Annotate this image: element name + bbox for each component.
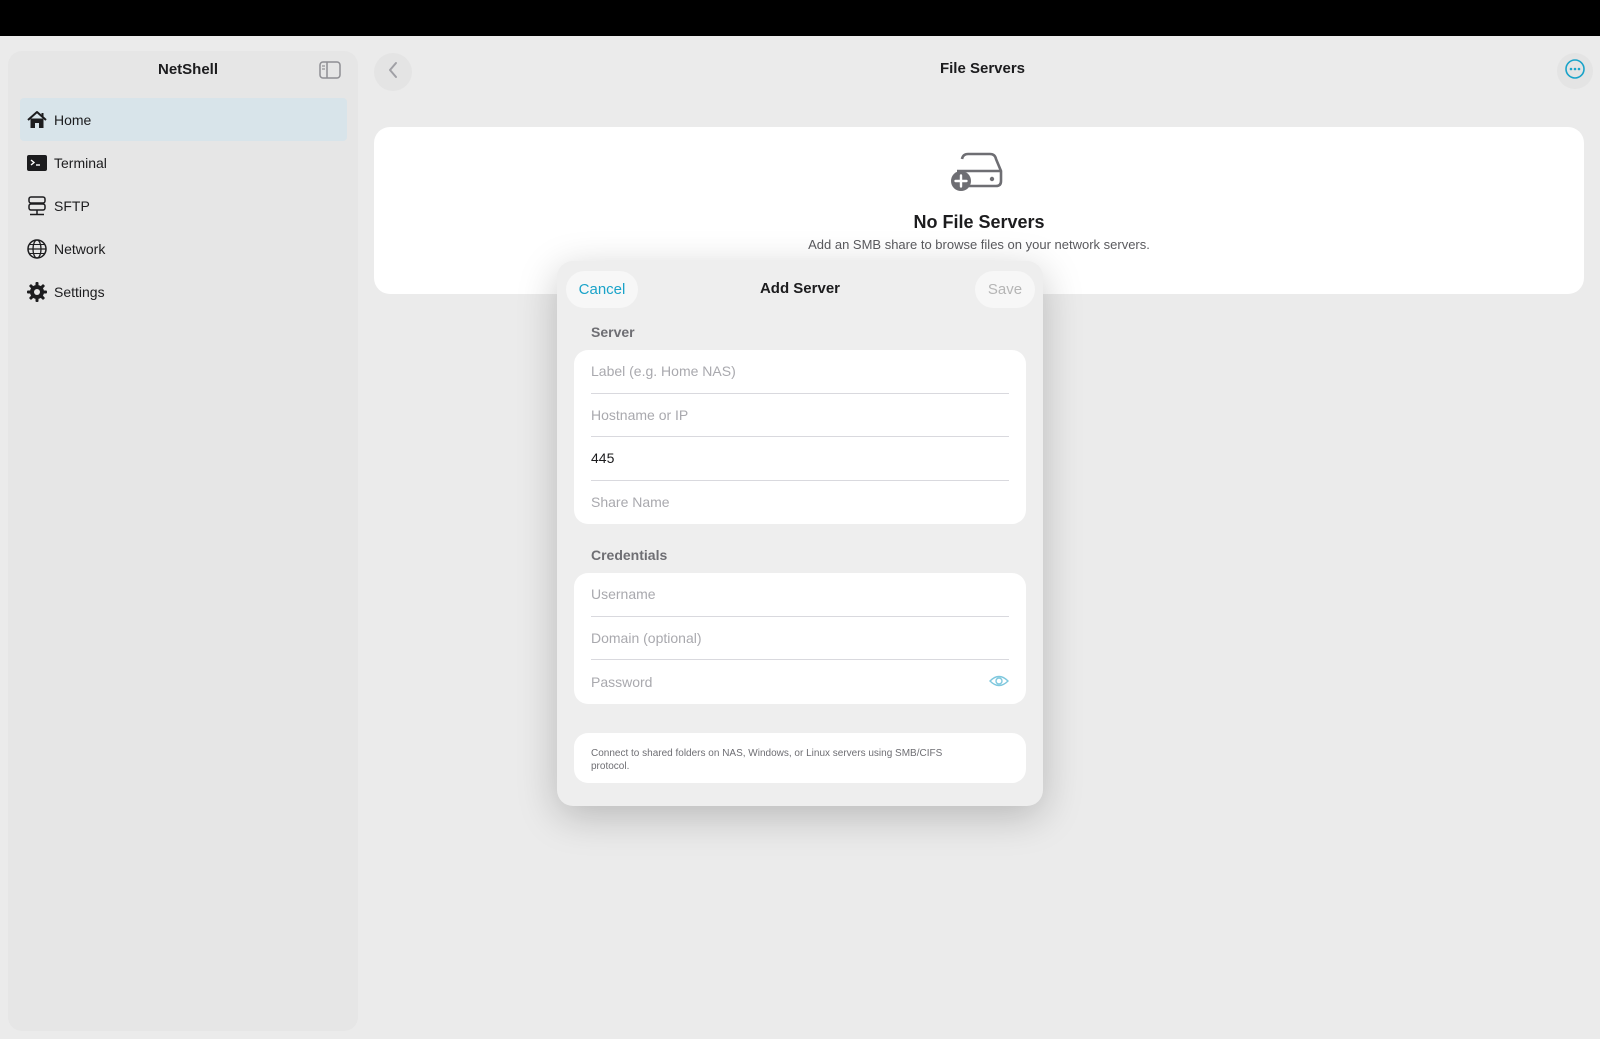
back-button[interactable]	[374, 53, 412, 91]
gear-icon	[26, 281, 48, 303]
port-field-row	[591, 437, 1009, 481]
server-stack-icon	[26, 195, 48, 217]
sidebar-item-label: Home	[54, 111, 92, 128]
more-button[interactable]	[1557, 53, 1593, 89]
dialog-title: Add Server	[759, 280, 841, 297]
hostname-field-row	[591, 394, 1009, 437]
terminal-icon	[26, 152, 48, 174]
credentials-fields-group	[574, 573, 1026, 704]
ellipsis-circle-icon	[1564, 58, 1586, 85]
server-section-label: Server	[591, 324, 635, 340]
domain-field-row	[591, 617, 1009, 660]
sidebar-item-label: Network	[54, 240, 106, 257]
info-footer: Connect to shared folders on NAS, Window…	[574, 733, 1026, 783]
sidebar-item-terminal[interactable]: Terminal	[20, 141, 347, 184]
house-icon	[26, 109, 48, 131]
sidebar-item-home[interactable]: Home	[20, 98, 347, 141]
sidebar-item-sftp[interactable]: SFTP	[20, 184, 347, 227]
sidebar-item-label: Terminal	[54, 154, 107, 171]
globe-icon	[26, 238, 48, 260]
domain-input[interactable]	[591, 629, 1009, 646]
sidebar-item-label: SFTP	[54, 197, 90, 214]
sidebar-item-network[interactable]: Network	[20, 227, 347, 270]
chevron-left-icon	[387, 61, 399, 84]
sidebar-toggle-icon[interactable]	[318, 60, 342, 80]
share-name-field-row	[591, 481, 1009, 525]
hostname-input[interactable]	[591, 406, 1009, 423]
status-bar	[0, 0, 1600, 36]
add-server-dialog: Cancel Add Server Save Server Credential…	[557, 261, 1043, 806]
drive-add-icon	[948, 151, 1004, 195]
empty-state-title: No File Servers	[913, 212, 1045, 232]
username-field-row	[591, 573, 1009, 617]
port-input[interactable]	[591, 450, 1009, 467]
app-title: NetShell	[157, 61, 218, 78]
server-fields-group	[574, 350, 1026, 524]
sidebar-item-label: Settings	[54, 283, 105, 300]
save-button[interactable]: Save	[975, 271, 1035, 308]
sidebar-nav: Home Terminal SFTP Network Settings	[20, 98, 347, 313]
sidebar-item-settings[interactable]: Settings	[20, 270, 347, 313]
label-input[interactable]	[591, 363, 1009, 380]
page-title: File Servers	[939, 60, 1026, 77]
password-input[interactable]	[591, 673, 1009, 690]
share-name-input[interactable]	[591, 494, 1009, 511]
sidebar: NetShell Home Terminal SFTP Network Sett…	[8, 51, 358, 1031]
eye-icon[interactable]	[989, 673, 1009, 689]
empty-state-subtitle: Add an SMB share to browse files on your…	[808, 237, 1150, 252]
username-input[interactable]	[591, 586, 1009, 603]
label-field-row	[591, 350, 1009, 394]
password-field-row	[591, 660, 1009, 704]
credentials-section-label: Credentials	[591, 547, 668, 563]
